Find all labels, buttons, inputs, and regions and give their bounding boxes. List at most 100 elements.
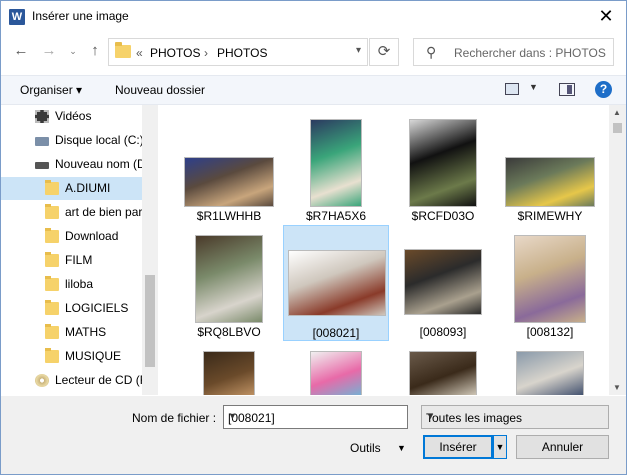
file-name: $R1LWHHB <box>196 209 262 223</box>
file-item[interactable]: $R7HA5X6 <box>283 109 389 225</box>
tree-item-label: Nouveau nom (D:) <box>55 157 142 171</box>
navigation-pane: Vidéos Disque local (C:) Nouveau nom (D:) A… <box>1 105 158 395</box>
folder-icon <box>115 42 131 58</box>
file-name: [008021] <box>312 326 360 340</box>
tree-item-label: liloba <box>65 277 94 291</box>
navigation-bar: ← → ⌄ ↑ « PHOTOS › PHOTOS ▾ ⟳ ⚲ Recherch… <box>1 35 626 69</box>
breadcrumb-overflow[interactable]: « <box>136 46 143 60</box>
search-icon: ⚲ <box>426 44 437 60</box>
scroll-down-icon[interactable]: ▼ <box>613 383 621 392</box>
tree-item[interactable]: liloba <box>1 273 142 296</box>
file-type-chevron-down-icon[interactable]: ▼ <box>426 411 602 421</box>
new-folder-button[interactable]: Nouveau dossier <box>115 83 205 97</box>
tree-item[interactable]: MUSIQUE <box>1 345 142 368</box>
file-item[interactable]: $RCFD03O <box>390 109 496 225</box>
tools-menu[interactable]: Outils <box>350 441 381 455</box>
tree-item-label: LOGICIELS <box>65 301 129 315</box>
tree-item[interactable]: MATHS <box>1 321 142 344</box>
view-chevron-down-icon[interactable]: ▼ <box>529 82 538 92</box>
tree-item[interactable]: Nouveau nom (D:) <box>1 153 142 176</box>
insert-options-chevron-down-icon[interactable]: ▼ <box>493 435 507 459</box>
file-type-select[interactable]: Toutes les images ▼ <box>421 405 609 429</box>
image-thumbnail <box>514 235 586 323</box>
tree-item-label: Download <box>65 229 119 243</box>
image-thumbnail <box>195 235 263 323</box>
tree-item[interactable]: art de bien parler <box>1 201 142 224</box>
tree-item-label: FILM <box>65 253 93 267</box>
tree-item-label: MATHS <box>65 325 107 339</box>
tree-item-label: Lecteur de CD (F:) <box>55 373 142 387</box>
refresh-button[interactable]: ⟳ <box>369 38 399 66</box>
file-item[interactable]: $RIMEWHY <box>497 109 603 225</box>
image-thumbnail <box>184 157 274 207</box>
tree-item[interactable]: LOGICIELS <box>1 297 142 320</box>
drive-icon <box>35 162 49 169</box>
file-name: $RQ8LBVO <box>197 325 261 339</box>
folder-icon <box>45 252 59 267</box>
tree-item-label: art de bien parler <box>65 205 142 219</box>
file-name: $RCFD03O <box>411 209 475 223</box>
organize-menu[interactable]: Organiser ▾ <box>20 83 82 97</box>
scroll-thumb[interactable] <box>145 275 155 367</box>
tools-chevron-down-icon[interactable]: ▼ <box>397 443 406 453</box>
folder-icon <box>45 324 59 339</box>
file-item[interactable]: [008132] <box>497 225 603 341</box>
scroll-thumb[interactable] <box>613 123 622 133</box>
file-item[interactable] <box>283 341 389 395</box>
tree-item-label: MUSIQUE <box>65 349 122 363</box>
folder-icon <box>45 204 59 219</box>
cd-icon <box>35 374 49 387</box>
image-thumbnail <box>310 351 362 395</box>
video-icon <box>35 110 49 123</box>
filename-input[interactable]: [008021] ▼ <box>223 405 408 429</box>
close-button[interactable]: ✕ <box>594 5 618 27</box>
file-item[interactable] <box>390 341 496 395</box>
tree-item-label: A.DIUMI <box>65 181 111 195</box>
cancel-button[interactable]: Annuler <box>516 435 609 459</box>
search-placeholder: Rechercher dans : PHOTOS <box>454 46 606 60</box>
back-arrow-icon[interactable]: ← <box>11 41 31 61</box>
image-thumbnail <box>516 351 584 395</box>
tree-item-label: Vidéos <box>55 109 92 123</box>
file-item[interactable]: $RQ8LBVO <box>176 225 282 341</box>
tree-item[interactable]: A.DIUMI <box>1 177 142 200</box>
scroll-up-icon[interactable]: ▲ <box>613 108 621 117</box>
up-arrow-icon[interactable]: ↑ <box>85 41 105 61</box>
image-thumbnail <box>505 157 595 207</box>
file-item[interactable]: [008021] <box>283 225 389 341</box>
file-name: [008132] <box>526 325 574 339</box>
insert-button[interactable]: Insérer <box>423 435 493 459</box>
tree-item[interactable]: FILM <box>1 249 142 272</box>
file-item[interactable]: $R1LWHHB <box>176 109 282 225</box>
file-name: $RIMEWHY <box>517 209 583 223</box>
address-bar[interactable]: « PHOTOS › PHOTOS ▾ <box>108 38 368 66</box>
dialog-title: Insérer une image <box>32 9 129 23</box>
title-bar: W Insérer une image ✕ <box>1 1 626 32</box>
breadcrumb-photos-2[interactable]: PHOTOS <box>217 46 267 60</box>
image-thumbnail <box>310 119 362 207</box>
file-item[interactable] <box>497 341 603 395</box>
file-name: $R7HA5X6 <box>305 209 367 223</box>
navigation-pane-scrollbar[interactable] <box>142 105 158 395</box>
command-bar: Organiser ▾ Nouveau dossier ▼ ? <box>1 75 626 105</box>
insert-image-dialog: W Insérer une image ✕ ← → ⌄ ↑ « PHOTOS ›… <box>0 0 627 475</box>
help-icon[interactable]: ? <box>595 81 612 98</box>
breadcrumb-photos-1[interactable]: PHOTOS <box>150 46 200 60</box>
preview-pane-icon[interactable] <box>559 83 575 96</box>
file-grid-scrollbar[interactable]: ▲ ▼ <box>609 105 626 395</box>
tree-item[interactable]: Download <box>1 225 142 248</box>
tree-item[interactable]: Disque local (C:) <box>1 129 142 152</box>
file-item[interactable] <box>176 341 282 395</box>
chevron-down-icon[interactable]: ▾ <box>356 45 361 56</box>
forward-arrow-icon[interactable]: → <box>39 41 59 61</box>
tree-item[interactable]: Vidéos <box>1 105 142 128</box>
image-thumbnail <box>409 351 477 395</box>
folder-icon <box>45 300 59 315</box>
file-item[interactable]: [008093] <box>390 225 496 341</box>
view-icon[interactable] <box>505 83 519 95</box>
tree-item[interactable]: Lecteur de CD (F:) <box>1 369 142 392</box>
recent-locations-chevron-icon[interactable]: ⌄ <box>63 41 83 61</box>
filename-chevron-down-icon[interactable]: ▼ <box>228 411 401 421</box>
breadcrumb-separator[interactable]: › <box>204 46 208 60</box>
search-box[interactable]: ⚲ Rechercher dans : PHOTOS <box>413 38 614 66</box>
